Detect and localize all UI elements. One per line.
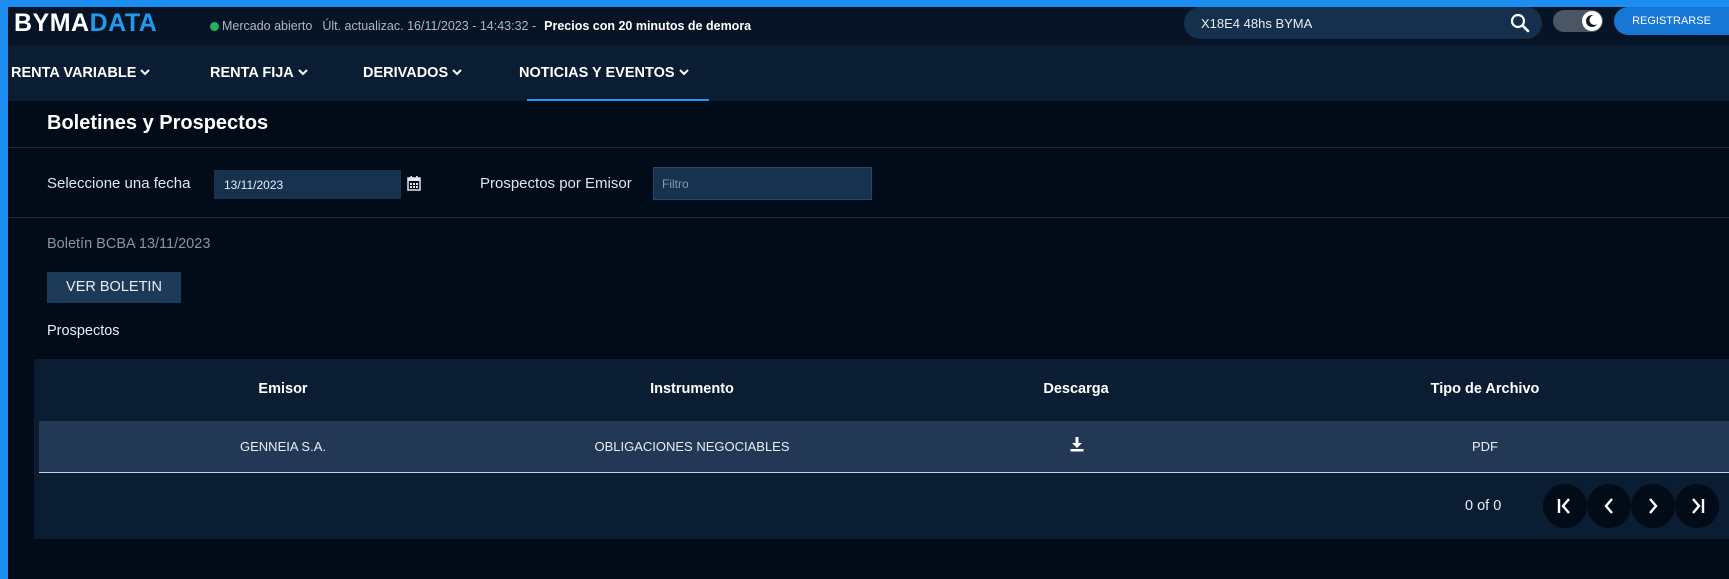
first-page-icon bbox=[1557, 498, 1570, 514]
chevron-down-icon bbox=[452, 69, 462, 76]
pagination-info: 0 of 0 bbox=[1465, 498, 1502, 514]
divider bbox=[8, 217, 1729, 218]
divider bbox=[8, 147, 1729, 148]
chevron-down-icon bbox=[298, 69, 308, 76]
boletin-title: Boletín BCBA 13/11/2023 bbox=[47, 236, 211, 252]
chevron-down-icon bbox=[678, 69, 689, 76]
nav-renta-variable[interactable]: RENTA VARIABLE bbox=[11, 65, 151, 81]
row-divider bbox=[39, 472, 1729, 473]
issuer-label: Prospectos por Emisor bbox=[480, 175, 632, 192]
nav-label: RENTA VARIABLE bbox=[11, 65, 137, 81]
market-status-dot-icon bbox=[210, 22, 219, 31]
date-label: Seleccione una fecha bbox=[47, 175, 191, 192]
search-box[interactable]: X18E4 48hs BYMA bbox=[1184, 7, 1542, 39]
last-page-icon bbox=[1692, 498, 1705, 514]
nav-renta-fija[interactable]: RENTA FIJA bbox=[210, 65, 308, 81]
market-info: Mercado abierto Últ. actualizac. 16/11/20… bbox=[210, 19, 751, 33]
column-header-tipo[interactable]: Tipo de Archivo bbox=[1431, 381, 1540, 397]
delay-notice: Precios con 20 minutos de demora bbox=[544, 19, 752, 33]
nav-derivados[interactable]: DERIVADOS bbox=[363, 65, 462, 81]
ver-boletin-button[interactable]: VER BOLETIN bbox=[47, 272, 181, 303]
moon-icon bbox=[1582, 11, 1602, 31]
top-bar: BYMADATA Mercado abierto Últ. actualizac.… bbox=[8, 7, 1729, 45]
table-row[interactable]: GENNEIA S.A. OBLIGACIONES NEGOCIABLES PD… bbox=[39, 421, 1729, 472]
download-icon[interactable] bbox=[1069, 436, 1085, 452]
window-frame-left bbox=[0, 0, 8, 579]
issuer-filter-input[interactable] bbox=[653, 167, 872, 200]
page-title: Boletines y Prospectos bbox=[47, 112, 269, 134]
next-page-button[interactable] bbox=[1631, 484, 1675, 528]
nav-label: NOTICIAS Y EVENTOS bbox=[519, 65, 675, 81]
nav-noticias-y-eventos[interactable]: NOTICIAS Y EVENTOS bbox=[519, 65, 689, 81]
column-header-descarga[interactable]: Descarga bbox=[1043, 381, 1108, 397]
cell-tipo: PDF bbox=[1472, 439, 1498, 454]
chevron-left-icon bbox=[1604, 498, 1613, 514]
chevron-down-icon bbox=[140, 69, 151, 76]
last-page-button[interactable] bbox=[1675, 484, 1719, 528]
nav-active-indicator bbox=[527, 99, 709, 101]
logo-accent: DATA bbox=[89, 9, 158, 37]
nav-label: RENTA FIJA bbox=[210, 65, 294, 81]
previous-page-button[interactable] bbox=[1587, 484, 1631, 528]
cell-emisor: GENNEIA S.A. bbox=[240, 439, 326, 454]
logo[interactable]: BYMADATA bbox=[14, 9, 157, 38]
search-input[interactable]: X18E4 48hs BYMA bbox=[1201, 16, 1312, 31]
market-status: Mercado abierto bbox=[222, 19, 313, 33]
last-update: Últ. actualizac. 16/11/2023 - 14:43:32 - bbox=[322, 19, 537, 33]
search-icon[interactable] bbox=[1510, 13, 1530, 33]
column-header-instrumento[interactable]: Instrumento bbox=[650, 381, 734, 397]
cell-instrumento: OBLIGACIONES NEGOCIABLES bbox=[594, 439, 790, 454]
register-button[interactable]: REGISTRARSE bbox=[1614, 7, 1729, 35]
prospectos-table: Emisor Instrumento Descarga Tipo de Arch… bbox=[34, 359, 1729, 539]
calendar-icon[interactable] bbox=[407, 176, 421, 191]
nav-label: DERIVADOS bbox=[363, 65, 449, 81]
prospectos-label: Prospectos bbox=[47, 323, 120, 339]
window-frame-top bbox=[0, 0, 1729, 7]
theme-toggle[interactable] bbox=[1553, 10, 1603, 32]
main-nav: RENTA VARIABLE RENTA FIJA DERIVADOS NOTI… bbox=[8, 45, 1729, 101]
logo-main: BYMA bbox=[14, 9, 90, 37]
date-field[interactable] bbox=[214, 170, 401, 199]
first-page-button[interactable] bbox=[1543, 484, 1587, 528]
column-header-emisor[interactable]: Emisor bbox=[258, 381, 307, 397]
chevron-right-icon bbox=[1649, 498, 1658, 514]
